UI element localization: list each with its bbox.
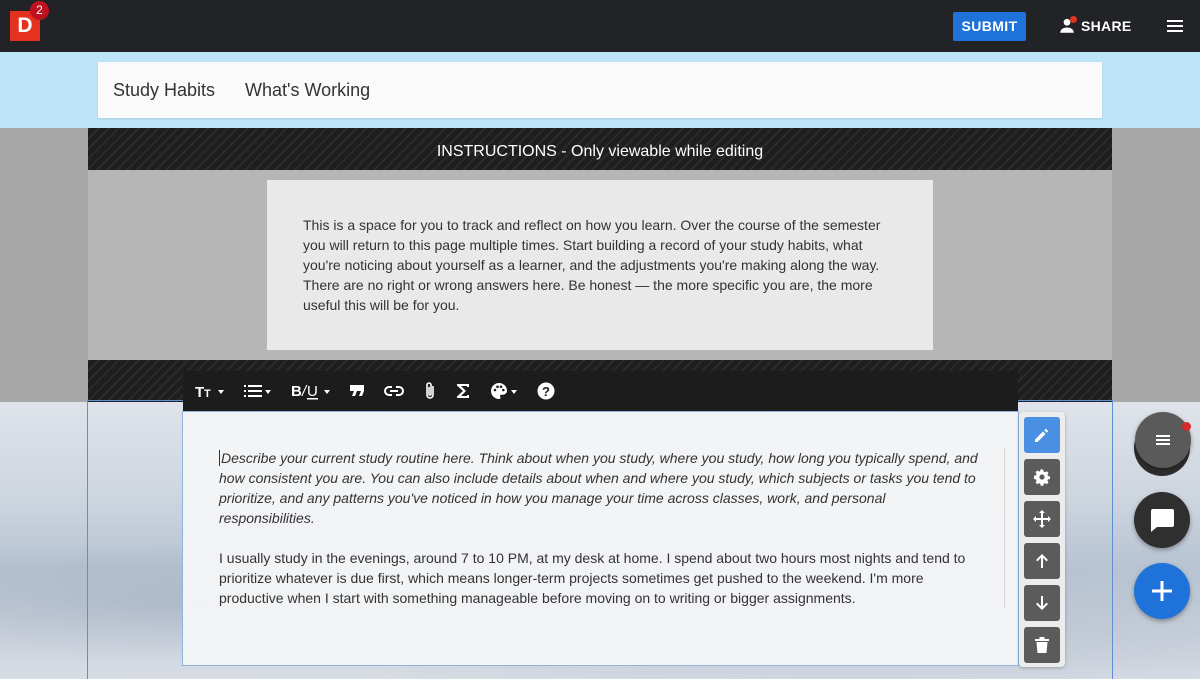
arrow-up-icon[interactable] — [1024, 543, 1060, 579]
list-icon[interactable] — [244, 371, 271, 411]
edit-icon[interactable] — [1024, 417, 1060, 453]
svg-text:U: U — [307, 383, 318, 400]
person-icon — [1058, 16, 1077, 35]
menu-fab-badge — [1182, 422, 1191, 431]
svg-text:?: ? — [542, 384, 550, 399]
title-strip: Study Habits What's Working — [0, 52, 1200, 128]
editor-answer[interactable]: I usually study in the evenings, around … — [219, 548, 979, 608]
svg-text:T: T — [195, 384, 204, 399]
add-fab[interactable] — [1134, 563, 1190, 619]
arrow-down-icon[interactable] — [1024, 585, 1060, 621]
link-icon[interactable] — [384, 371, 404, 411]
submit-button[interactable]: SUBMIT — [953, 12, 1026, 41]
comment-fab[interactable] — [1134, 492, 1190, 548]
top-bar: D 2 SUBMIT SHARE — [0, 0, 1200, 52]
menu-lines-icon — [1156, 435, 1170, 445]
quote-icon[interactable] — [350, 371, 364, 411]
editor-scrollbar[interactable] — [1004, 448, 1005, 608]
page-subtitle: What's Working — [245, 80, 371, 100]
bold-italic-underline-icon[interactable]: B / U — [291, 371, 330, 411]
share-button[interactable]: SHARE — [1058, 14, 1132, 38]
help-icon[interactable]: ? — [537, 371, 555, 411]
page-title: Study Habits — [113, 80, 216, 100]
hamburger-menu-icon[interactable] — [1165, 16, 1185, 36]
share-notification-dot — [1070, 16, 1077, 23]
instructions-card: This is a space for you to track and ref… — [267, 180, 933, 350]
block-actions — [1019, 412, 1065, 667]
notification-badge[interactable]: 2 — [30, 1, 49, 20]
page-title-box[interactable]: Study Habits What's Working — [98, 62, 1102, 118]
share-label: SHARE — [1081, 18, 1132, 34]
text-cursor — [219, 450, 220, 466]
prompt-text: Describe your current study routine here… — [219, 450, 978, 526]
svg-text:B: B — [291, 383, 302, 400]
rich-text-editor[interactable]: Describe your current study routine here… — [182, 411, 1019, 666]
plus-icon — [1152, 581, 1172, 601]
instructions-header: INSTRUCTIONS - Only viewable while editi… — [88, 128, 1112, 170]
svg-text:T: T — [204, 388, 211, 399]
editor-prompt[interactable]: Describe your current study routine here… — [219, 448, 979, 528]
editor-toolbar: TT B / U ? — [183, 371, 1018, 411]
text-size-icon[interactable]: TT — [195, 371, 224, 411]
attachment-icon[interactable] — [424, 371, 436, 411]
palette-icon[interactable] — [490, 371, 517, 411]
move-icon[interactable] — [1024, 501, 1060, 537]
sigma-icon[interactable] — [456, 371, 470, 411]
delete-icon[interactable] — [1024, 627, 1060, 663]
menu-fab[interactable] — [1135, 412, 1191, 468]
instructions-text: This is a space for you to track and ref… — [303, 217, 881, 313]
settings-icon[interactable] — [1024, 459, 1060, 495]
comment-icon — [1151, 509, 1174, 532]
